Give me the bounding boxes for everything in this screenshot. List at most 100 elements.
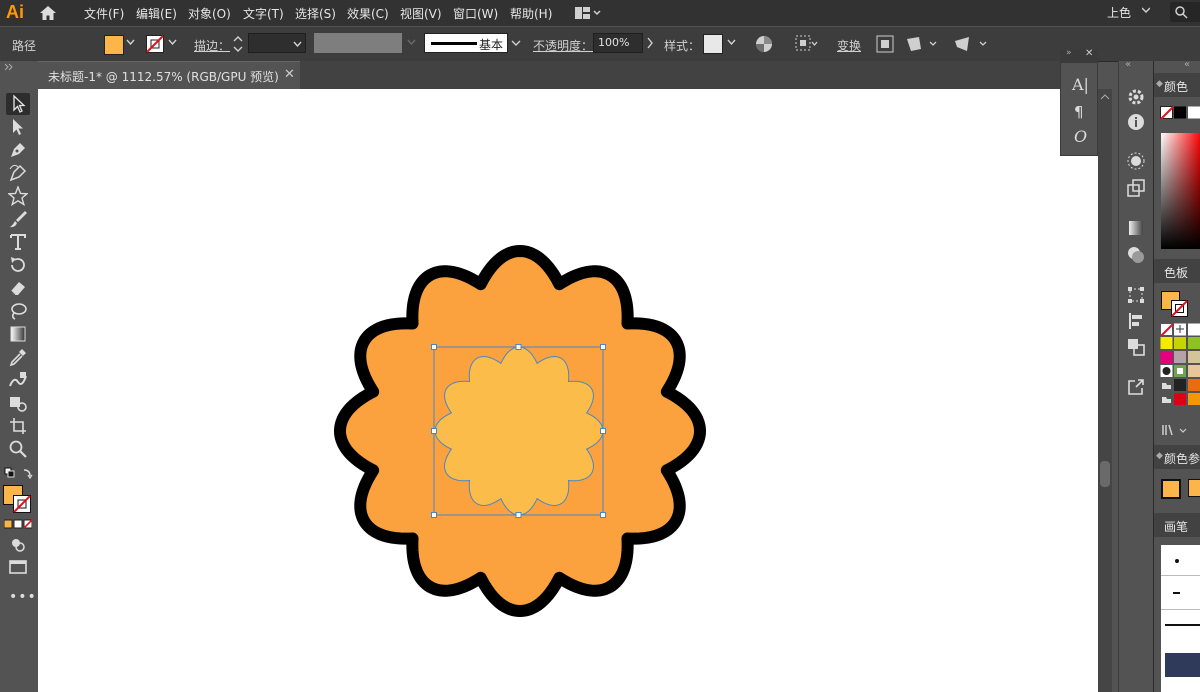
color-guide-panel-tab[interactable]: ◆ 颜色参	[1154, 445, 1200, 469]
menu-window[interactable]: 窗口(W)	[453, 5, 498, 22]
home-icon[interactable]	[38, 3, 58, 23]
stroke-label[interactable]: 描边：	[194, 37, 230, 54]
type-icon	[10, 234, 26, 250]
brush-pattern[interactable]	[1165, 653, 1200, 677]
menu-effect[interactable]: 效果(C)	[347, 5, 389, 22]
character-panel-header[interactable]: » ✕	[1060, 48, 1098, 62]
chevron-down-icon[interactable]	[727, 39, 736, 45]
stroke-weight-field[interactable]	[248, 33, 306, 53]
export-icon[interactable]	[1126, 377, 1146, 397]
chevron-right-icon[interactable]	[646, 37, 654, 49]
color-guide-base[interactable]	[1161, 479, 1181, 499]
envelope-distort-icon[interactable]	[953, 35, 989, 53]
eyedropper-tool[interactable]	[8, 347, 28, 367]
chevron-down-icon[interactable]	[508, 33, 524, 53]
transform-link[interactable]: 变换	[837, 37, 861, 54]
screen-mode-tool[interactable]	[8, 557, 28, 577]
puppet-warp-icon[interactable]	[905, 35, 939, 53]
properties-icon[interactable]	[1126, 87, 1146, 107]
default-swap-colors-icon[interactable]	[4, 467, 34, 481]
menu-type[interactable]: 文字(T)	[243, 5, 284, 22]
character-icon[interactable]: A|	[1072, 75, 1089, 94]
scroll-thumb[interactable]	[1100, 461, 1110, 487]
shape-tool[interactable]	[7, 185, 29, 207]
color-guide-swatch[interactable]	[1188, 479, 1200, 497]
appearance-icon[interactable]	[1126, 151, 1146, 171]
workspace-switcher[interactable]: 上色	[1107, 4, 1131, 21]
document-tab[interactable]: 未标题-1* @ 1112.57% (RGB/GPU 预览) ✕	[38, 61, 300, 89]
more-tools-icon[interactable]: •••	[9, 589, 37, 605]
search-field[interactable]	[1170, 2, 1200, 22]
brush-dot[interactable]	[1175, 559, 1179, 563]
info-icon[interactable]	[1126, 112, 1146, 132]
panel-arrows-icon: ◆	[1156, 451, 1163, 461]
stepper-icon[interactable]	[233, 35, 243, 53]
swatch-libraries-icon[interactable]	[1162, 424, 1192, 436]
brush-list[interactable]	[1161, 545, 1200, 692]
opacity-field[interactable]: 100%	[593, 33, 643, 53]
selection-tool[interactable]	[6, 93, 30, 115]
stroke-none-swatch[interactable]	[146, 35, 164, 53]
isolate-object-icon[interactable]	[876, 35, 894, 53]
menu-file[interactable]: 文件(F)	[84, 5, 124, 22]
artboard-tool[interactable]	[8, 416, 28, 436]
swatches-stroke[interactable]	[1171, 300, 1188, 317]
fill-color-swatch[interactable]	[104, 35, 124, 55]
brush-line[interactable]	[1165, 624, 1200, 626]
blend-tool[interactable]	[8, 370, 28, 390]
lasso-tool[interactable]	[8, 301, 28, 321]
graphic-style-swatch[interactable]	[703, 34, 723, 54]
color-none-black-white[interactable]	[1160, 106, 1200, 120]
swatches-panel-tab[interactable]: 色板	[1154, 259, 1200, 283]
pathfinder-icon[interactable]	[1126, 337, 1146, 357]
expand-panel-icon[interactable]	[4, 63, 14, 71]
scroll-up-icon[interactable]	[1100, 93, 1110, 101]
vertical-scrollbar[interactable]	[1098, 89, 1112, 692]
collapse-icon[interactable]: »	[1066, 48, 1072, 58]
align-panel-icon[interactable]	[1126, 311, 1146, 331]
menu-select[interactable]: 选择(S)	[295, 5, 336, 22]
color-spectrum[interactable]	[1161, 133, 1200, 249]
type-tool[interactable]	[8, 232, 28, 252]
brush-definition[interactable]: 基本	[424, 33, 508, 53]
menu-object[interactable]: 对象(O)	[188, 5, 231, 22]
menu-view[interactable]: 视图(V)	[400, 5, 442, 22]
gradient-tool[interactable]	[8, 324, 28, 344]
opacity-label[interactable]: 不透明度：	[533, 37, 593, 54]
align-icon[interactable]	[795, 35, 819, 53]
flower-artwork[interactable]	[325, 241, 715, 623]
opentype-icon[interactable]: O	[1074, 127, 1087, 146]
brushes-panel-tab[interactable]: 画笔	[1154, 513, 1200, 537]
layers-icon[interactable]	[1126, 178, 1146, 198]
curvature-tool[interactable]	[8, 163, 28, 183]
paragraph-icon[interactable]: ¶	[1074, 103, 1084, 121]
collapse-icon[interactable]: «	[1125, 59, 1131, 70]
paintbrush-tool[interactable]	[8, 209, 28, 229]
brush-dash[interactable]	[1173, 592, 1180, 594]
close-icon[interactable]: ✕	[1085, 48, 1093, 59]
chevron-down-icon[interactable]	[126, 39, 135, 45]
eraser-tool[interactable]	[8, 278, 28, 298]
zoom-tool[interactable]	[8, 439, 28, 459]
pen-tool[interactable]	[8, 140, 28, 160]
rotate-tool[interactable]	[8, 255, 28, 275]
swatch-grid[interactable]	[1160, 323, 1200, 409]
recolor-artwork-icon[interactable]	[755, 35, 773, 53]
drawing-mode-tool[interactable]	[8, 535, 28, 555]
transform-panel-icon[interactable]	[1126, 285, 1146, 305]
gradient-panel-icon[interactable]	[1126, 218, 1146, 238]
arrange-documents-icon[interactable]	[575, 6, 601, 20]
symbol-sprayer-tool[interactable]	[8, 393, 28, 413]
variable-width-profile[interactable]	[314, 33, 402, 53]
menu-edit[interactable]: 编辑(E)	[136, 5, 177, 22]
color-panel-tab[interactable]: ◆ 颜色	[1154, 73, 1200, 97]
menu-help[interactable]: 帮助(H)	[510, 5, 552, 22]
transparency-icon[interactable]	[1126, 245, 1146, 265]
close-tab-button[interactable]: ✕	[284, 67, 295, 82]
chevron-down-icon[interactable]	[168, 39, 177, 45]
chevron-down-icon[interactable]	[1142, 6, 1150, 14]
stroke-swatch[interactable]	[13, 495, 31, 513]
direct-selection-tool[interactable]	[8, 117, 28, 137]
color-mode-icons[interactable]	[4, 519, 32, 529]
collapse-icon[interactable]: «	[1184, 59, 1190, 70]
